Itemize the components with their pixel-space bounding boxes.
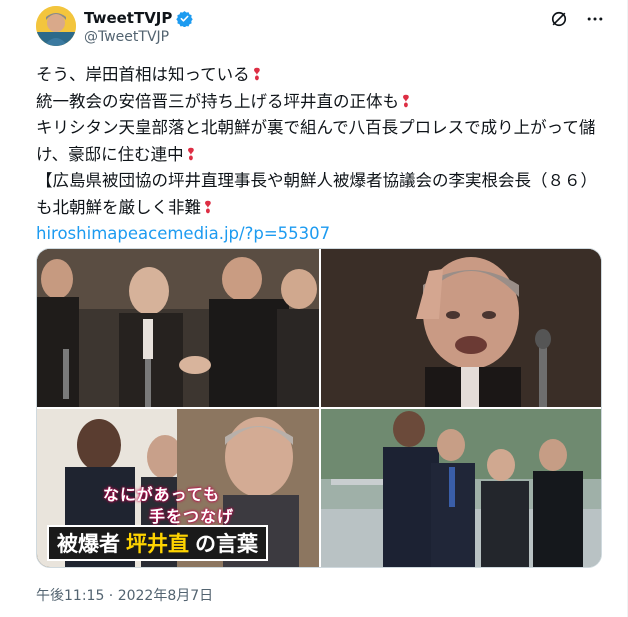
more-icon[interactable] (584, 8, 606, 30)
media-photo-speech[interactable] (321, 249, 601, 407)
tweet-line-text: 【広島県被団協の坪井直理事長や朝鮮人被爆者協議会の李実根会長（８６）も北朝鮮を厳… (36, 171, 597, 217)
heavy-exclamation-icon: ❢ (400, 91, 412, 111)
quote-banner: 被爆者 坪井直 の言葉 (47, 525, 268, 561)
tweet-line: 統一教会の安倍晋三が持ち上げる坪井直の正体も❢ (36, 89, 606, 116)
tweet-line: hiroshimapeacemedia.jp/?p=55307 (36, 221, 606, 248)
header-actions (548, 8, 606, 30)
tweet-line-text: キリシタン天皇部落と北朝鮮が裏で組んで八百長プロレスで成り上がって儲け、豪邸に住… (36, 118, 596, 164)
heavy-exclamation-icon: ❢ (202, 197, 214, 217)
banner-text-name: 坪井直 (126, 532, 189, 556)
tweet-line: キリシタン天皇部落と北朝鮮が裏で組んで八百長プロレスで成り上がって儲け、豪邸に住… (36, 115, 606, 168)
media-photo-memorial-meeting[interactable] (321, 409, 601, 567)
name-row: TweetTVJP (84, 8, 194, 28)
tweet-link[interactable]: hiroshimapeacemedia.jp/?p=55307 (36, 224, 330, 243)
tweet-text: そう、岸田首相は知っている❢ 統一教会の安倍晋三が持ち上げる坪井直の正体も❢ キ… (36, 62, 606, 248)
overlay-caption-line2: 手をつなげ (149, 507, 235, 526)
tweet-header: TweetTVJP @TweetTVJP (36, 6, 606, 50)
overlay-caption-line1: なにがあっても (103, 485, 221, 504)
grok-icon[interactable] (548, 8, 570, 30)
banner-text-words: の言葉 (195, 532, 258, 556)
author-handle[interactable]: @TweetTVJP (84, 29, 193, 45)
tweet-line-text: そう、岸田首相は知っている (36, 65, 250, 84)
author-block: TweetTVJP @TweetTVJP (84, 8, 194, 45)
avatar[interactable] (36, 6, 76, 46)
tweet-line: 【広島県被団協の坪井直理事長や朝鮮人被爆者協議会の李実根会長（８６）も北朝鮮を厳… (36, 168, 606, 221)
media-photo-quote-card[interactable]: なにがあっても 手をつなげ 被爆者 坪井直 の言葉 (37, 409, 319, 567)
tweet-line: そう、岸田首相は知っている❢ (36, 62, 606, 89)
author-display-name[interactable]: TweetTVJP (84, 9, 172, 27)
media-photo-handshake[interactable] (37, 249, 319, 407)
heavy-exclamation-icon: ❢ (185, 144, 197, 164)
tweet-timestamp[interactable]: 午後11:15 · 2022年8月7日 (36, 585, 213, 605)
tweet-line-text: 統一教会の安倍晋三が持ち上げる坪井直の正体も (36, 91, 399, 111)
verified-badge-icon (176, 10, 194, 27)
media-grid: なにがあっても 手をつなげ 被爆者 坪井直 の言葉 (36, 248, 602, 568)
heavy-exclamation-icon: ❢ (251, 65, 263, 84)
tweet-card: TweetTVJP @TweetTVJP そう、岸田首相は知っている❢ 統一教会… (0, 0, 628, 617)
banner-text-hibakusha: 被爆者 (57, 532, 120, 556)
